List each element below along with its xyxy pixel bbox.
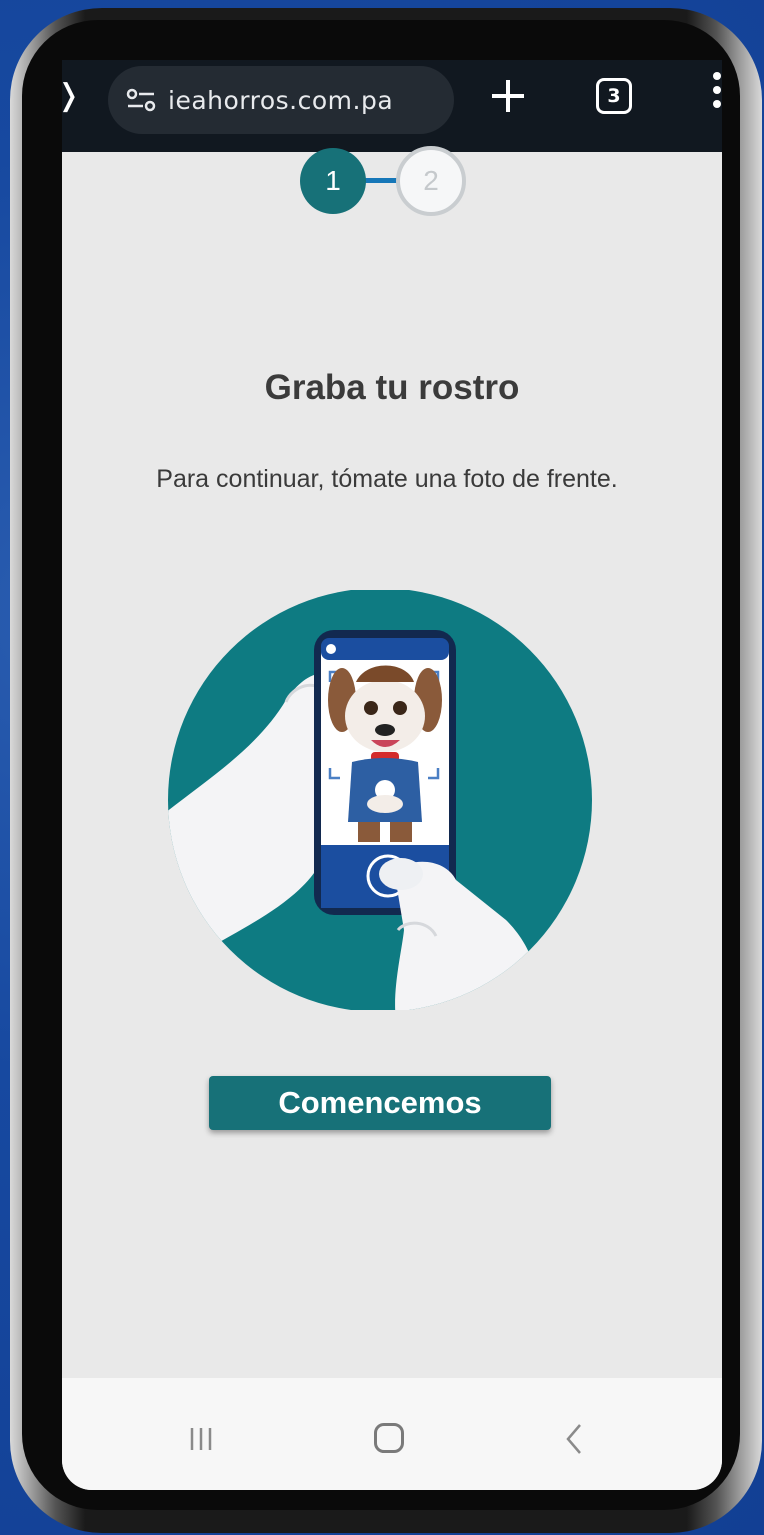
home-nav-icon[interactable]: [374, 1423, 404, 1453]
step-1-label: 1: [325, 165, 341, 196]
step-1: 1: [300, 148, 366, 214]
stepper: 1 2: [300, 146, 470, 216]
address-bar[interactable]: ieahorros.com.pa: [108, 66, 454, 134]
page-subtitle: Para continuar, tómate una foto de frent…: [156, 465, 618, 493]
site-settings-icon[interactable]: [126, 88, 156, 112]
tab-count: 3: [607, 85, 621, 107]
recents-icon[interactable]: [188, 1426, 214, 1452]
selfie-illustration: [168, 590, 592, 1010]
screen: ❭ ieahorros.com.pa 3 1 2 Gr: [62, 60, 722, 1490]
back-icon[interactable]: [562, 1422, 586, 1456]
plus-icon[interactable]: [486, 74, 530, 118]
url-text[interactable]: ieahorros.com.pa: [168, 86, 393, 115]
system-nav-bar: [62, 1378, 722, 1490]
home-icon[interactable]: ❭: [62, 78, 81, 113]
tab-switcher-icon[interactable]: 3: [596, 78, 632, 114]
browser-toolbar: ❭ ieahorros.com.pa 3: [62, 60, 722, 152]
more-vert-icon[interactable]: [702, 72, 722, 122]
step-2-label: 2: [423, 165, 439, 196]
page-title: Graba tu rostro: [264, 368, 520, 407]
step-2: 2: [396, 146, 466, 216]
step-connector: [362, 178, 400, 183]
comencemos-button[interactable]: Comencemos: [209, 1076, 551, 1130]
